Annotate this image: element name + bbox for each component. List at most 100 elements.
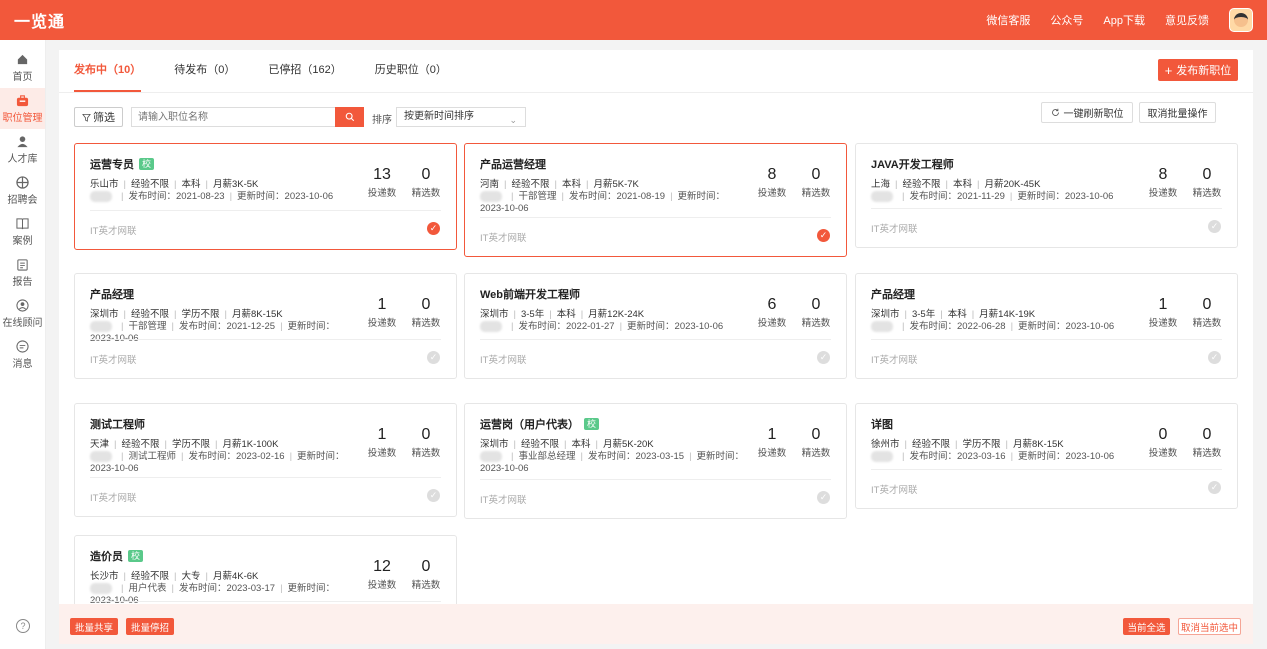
select-check-icon[interactable]: ✓ [1208, 481, 1221, 494]
job-title[interactable]: Web前端开发工程师 [480, 286, 580, 302]
sidebar-item-jobs[interactable]: 职位管理 [0, 88, 45, 129]
job-card[interactable]: 产品经理 深圳市 | 经验不限 | 学历不限 | 月薪8K-15K | 干部管理 | 发布时间：2… [74, 273, 457, 379]
job-card[interactable]: Web前端开发工程师 深圳市 | 3-5年 | 本科 | 月薪12K-24K | 发布时间：2… [464, 273, 847, 379]
batch-stop-button[interactable]: 批量停招 [126, 618, 174, 635]
divider: | [205, 179, 208, 190]
job-card[interactable]: JAVA开发工程师 上海 | 经验不限 | 本科 | 月薪20K-45K | 发布时间：202… [855, 143, 1238, 248]
job-education: 大专 [181, 571, 201, 582]
job-title-row: 产品经理 [90, 286, 134, 302]
official-account-link[interactable]: 公众号 [1050, 12, 1083, 28]
divider: | [121, 583, 124, 595]
job-title[interactable]: 产品经理 [90, 286, 134, 302]
job-title[interactable]: 造价员 [90, 548, 123, 564]
select-check-icon[interactable]: ✓ [817, 491, 830, 504]
select-all-button[interactable]: 当前全选 [1123, 618, 1170, 635]
job-requirements: 上海 | 经验不限 | 本科 | 月薪20K-45K [871, 176, 1040, 190]
picked-count-stat[interactable]: 0 精选数 [801, 296, 831, 329]
job-title[interactable]: 运营专员 [90, 156, 134, 172]
job-requirements: 徐州市 | 经验不限 | 学历不限 | 月薪8K-15K [871, 436, 1064, 450]
apply-count-stat[interactable]: 0 投递数 [1148, 426, 1178, 459]
picked-count-stat[interactable]: 0 精选数 [1192, 166, 1222, 199]
picked-count-stat[interactable]: 0 精选数 [411, 558, 441, 591]
apply-count-stat[interactable]: 1 投递数 [1148, 296, 1178, 329]
tab-history[interactable]: 历史职位（0） [375, 60, 447, 92]
blurred-recruiter [480, 191, 502, 202]
apply-count: 1 [377, 426, 387, 443]
apply-count-stat[interactable]: 1 投递数 [367, 296, 397, 329]
picked-count-stat[interactable]: 0 精选数 [411, 426, 441, 459]
job-card[interactable]: 运营专员 校 乐山市 | 经验不限 | 本科 | 月薪3K-5K | 发布时间：2021-08… [74, 143, 457, 250]
job-experience: 3-5年 [911, 309, 936, 320]
picked-count-stat[interactable]: 0 精选数 [801, 166, 831, 199]
picked-count-stat[interactable]: 0 精选数 [1192, 296, 1222, 329]
apply-count-stat[interactable]: 1 投递数 [367, 426, 397, 459]
job-salary: 月薪14K-19K [979, 309, 1036, 320]
picked-count-stat[interactable]: 0 精选数 [801, 426, 831, 459]
filter-button[interactable]: 筛选 [74, 107, 123, 127]
batch-share-button[interactable]: 批量共享 [70, 618, 118, 635]
sidebar-item-report[interactable]: 报告 [0, 252, 45, 293]
cancel-select-button[interactable]: 取消当前选中 [1178, 618, 1241, 635]
picked-count-stat[interactable]: 0 精选数 [411, 166, 441, 199]
select-check-icon[interactable]: ✓ [817, 351, 830, 364]
tab-pending[interactable]: 待发布（0） [174, 60, 235, 92]
refresh-all-button[interactable]: 一键刷新职位 [1041, 102, 1133, 123]
wechat-service-link[interactable]: 微信客服 [986, 12, 1030, 28]
tab-published[interactable]: 发布中（10） [74, 60, 142, 92]
sidebar-item-cases[interactable]: 案例 [0, 211, 45, 252]
publish-time: 发布时间：2021-08-19 [568, 191, 666, 203]
publish-job-button[interactable]: + 发布新职位 [1158, 59, 1238, 81]
blurred-recruiter [480, 321, 502, 332]
publish-time: 发布时间：2023-02-16 [188, 451, 285, 463]
job-title[interactable]: 产品经理 [871, 286, 915, 302]
help-icon[interactable]: ? [16, 619, 30, 633]
avatar[interactable] [1229, 8, 1253, 32]
job-title[interactable]: 运营岗（用户代表） [480, 416, 579, 432]
picked-count-stat[interactable]: 0 精选数 [411, 296, 441, 329]
job-card[interactable]: 详图 徐州市 | 经验不限 | 学历不限 | 月薪8K-15K | 发布时间：2023-03-… [855, 403, 1238, 509]
apply-count-stat[interactable]: 8 投递数 [1148, 166, 1178, 199]
select-check-icon[interactable]: ✓ [427, 351, 440, 364]
job-card[interactable]: 产品运营经理 河南 | 经验不限 | 本科 | 月薪5K-7K | 干部管理 | 发布时间：202… [464, 143, 847, 257]
cancel-batch-button[interactable]: 取消批量操作 [1139, 102, 1216, 123]
job-card[interactable]: 产品经理 深圳市 | 3-5年 | 本科 | 月薪14K-19K | 发布时间：2022-06… [855, 273, 1238, 379]
card-divider [90, 477, 441, 478]
divider: | [1010, 321, 1014, 333]
sidebar-item-talent[interactable]: 人才库 [0, 129, 45, 170]
sidebar-item-consultant[interactable]: 在线顾问 [0, 293, 45, 334]
job-card[interactable]: 造价员 校 长沙市 | 经验不限 | 大专 | 月薪4K-6K | 用户代表 | 发布时间：202… [74, 535, 457, 610]
blurred-recruiter [90, 451, 112, 462]
job-title[interactable]: 测试工程师 [90, 416, 145, 432]
brand-logo[interactable]: 一览通 [14, 8, 65, 32]
app-download-link[interactable]: App下载 [1103, 12, 1145, 28]
select-check-icon[interactable]: ✓ [1208, 351, 1221, 364]
tab-stopped[interactable]: 已停招（162） [268, 60, 341, 92]
sort-select[interactable]: 按更新时间排序 ⌄ [396, 107, 526, 127]
job-title-row: 运营岗（用户代表） 校 [480, 416, 600, 432]
apply-count-stat[interactable]: 6 投递数 [757, 296, 787, 329]
sidebar-item-fair[interactable]: 招聘会 [0, 170, 45, 211]
apply-count-stat[interactable]: 8 投递数 [757, 166, 787, 199]
status-tabs: 发布中（10） 待发布（0） 已停招（162） 历史职位（0） [74, 60, 447, 92]
job-title[interactable]: 详图 [871, 416, 893, 432]
job-card[interactable]: 运营岗（用户代表） 校 深圳市 | 经验不限 | 本科 | 月薪5K-20K | 事业部总经理… [464, 403, 847, 519]
apply-count-stat[interactable]: 1 投递数 [757, 426, 787, 459]
picked-count-stat[interactable]: 0 精选数 [1192, 426, 1222, 459]
job-education: 本科 [561, 179, 581, 190]
job-requirements: 深圳市 | 经验不限 | 学历不限 | 月薪8K-15K [90, 306, 283, 320]
apply-count: 12 [373, 558, 391, 575]
select-check-icon[interactable]: ✓ [817, 229, 830, 242]
job-card[interactable]: 测试工程师 天津 | 经验不限 | 学历不限 | 月薪1K-100K | 测试工程师 | 发布时间… [74, 403, 457, 517]
select-check-icon[interactable]: ✓ [427, 489, 440, 502]
select-check-icon[interactable]: ✓ [1208, 220, 1221, 233]
apply-count-stat[interactable]: 13 投递数 [367, 166, 397, 199]
job-title[interactable]: JAVA开发工程师 [871, 156, 954, 172]
job-title[interactable]: 产品运营经理 [480, 156, 546, 172]
search-button[interactable] [335, 107, 364, 127]
feedback-link[interactable]: 意见反馈 [1165, 12, 1209, 28]
apply-count-stat[interactable]: 12 投递数 [367, 558, 397, 591]
sidebar-item-home[interactable]: 首页 [0, 47, 45, 88]
search-input[interactable] [132, 108, 335, 126]
sidebar-item-message[interactable]: 消息 [0, 334, 45, 375]
select-check-icon[interactable]: ✓ [427, 222, 440, 235]
